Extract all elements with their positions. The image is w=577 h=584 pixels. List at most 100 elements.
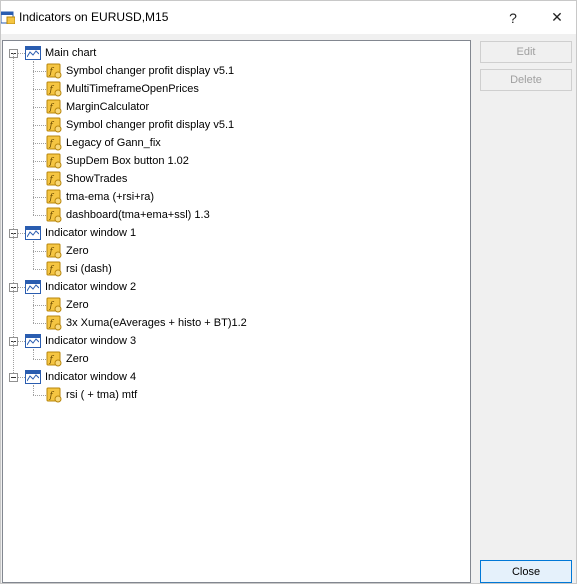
indicator-icon: f xyxy=(46,351,62,367)
tree-indicator-node[interactable]: f SupDem Box button 1.02 xyxy=(46,152,189,170)
indicator-label: Symbol changer profit display v5.1 xyxy=(66,65,235,77)
tree-connector xyxy=(33,161,46,162)
window-title: Indicators on EURUSD,M15 xyxy=(19,10,169,24)
indicator-label: Zero xyxy=(66,245,89,257)
tree-connector xyxy=(33,197,46,198)
close-window-button[interactable]: ✕ xyxy=(534,1,577,34)
tree-connector xyxy=(33,179,46,180)
indicator-label: MultiTimeframeOpenPrices xyxy=(66,83,199,95)
tree-indicator-node[interactable]: f Zero xyxy=(46,350,89,368)
tree-connector xyxy=(13,53,14,233)
indicator-icon: f xyxy=(46,189,62,205)
tree-group-node[interactable]: Indicator window 4 xyxy=(25,368,136,386)
tree-connector xyxy=(33,359,46,360)
tree-connector xyxy=(18,377,25,378)
tree-indicator-node[interactable]: f tma-ema (+rsi+ra) xyxy=(46,188,154,206)
tree-connector xyxy=(33,241,34,269)
indicator-label: Zero xyxy=(66,353,89,365)
group-label: Indicator window 4 xyxy=(45,371,137,383)
tree-group-node[interactable]: Main chart xyxy=(25,44,96,62)
tree-connector xyxy=(33,295,34,323)
tree-connector xyxy=(13,341,14,377)
tree-connector xyxy=(33,385,34,395)
indicator-label: Zero xyxy=(66,299,89,311)
indicator-icon: f xyxy=(46,387,62,403)
tree-indicator-node[interactable]: f MultiTimeframeOpenPrices xyxy=(46,80,199,98)
chart-window-icon xyxy=(25,280,41,294)
tree-indicator-node[interactable]: f dashboard(tma+ema+ssl) 1.3 xyxy=(46,206,210,224)
tree-connector xyxy=(33,215,46,216)
tree-connector xyxy=(33,71,46,72)
indicator-label: SupDem Box button 1.02 xyxy=(66,155,189,167)
indicator-label: Legacy of Gann_fix xyxy=(66,137,161,149)
tree-indicator-node[interactable]: f Zero xyxy=(46,296,89,314)
tree-connector xyxy=(18,287,25,288)
tree-indicator-node[interactable]: f Symbol changer profit display v5.1 xyxy=(46,116,234,134)
indicator-label: rsi (dash) xyxy=(66,263,112,275)
tree-connector xyxy=(33,89,46,90)
indicator-icon: f xyxy=(46,63,62,79)
tree-connector xyxy=(33,125,46,126)
indicator-icon: f xyxy=(46,315,62,331)
tree-indicator-node[interactable]: f Symbol changer profit display v5.1 xyxy=(46,62,234,80)
indicator-icon: f xyxy=(46,135,62,151)
tree-connector xyxy=(33,305,46,306)
delete-button[interactable]: Delete xyxy=(480,69,572,91)
indicator-label: ShowTrades xyxy=(66,173,128,185)
indicator-label: Symbol changer profit display v5.1 xyxy=(66,119,235,131)
indicators-dialog: Indicators on EURUSD,M15 ? ✕ Main chart f… xyxy=(0,0,577,584)
indicator-icon: f xyxy=(46,99,62,115)
tree-connector xyxy=(18,53,25,54)
tree-connector xyxy=(33,143,46,144)
indicator-icon: f xyxy=(46,243,62,259)
close-button[interactable]: Close xyxy=(480,560,572,583)
indicator-label: MarginCalculator xyxy=(66,101,150,113)
indicator-icon: f xyxy=(46,261,62,277)
tree-indicator-node[interactable]: f ShowTrades xyxy=(46,170,127,188)
indicator-label: 3x Xuma(eAverages + histo + BT)1.2 xyxy=(66,317,247,329)
tree-indicator-node[interactable]: f MarginCalculator xyxy=(46,98,149,116)
title-bar: Indicators on EURUSD,M15 ? ✕ xyxy=(0,1,577,34)
tree-connector xyxy=(33,349,34,359)
help-button[interactable]: ? xyxy=(490,1,536,34)
group-label: Main chart xyxy=(45,47,97,59)
app-icon xyxy=(0,10,16,25)
tree-connector xyxy=(33,395,46,396)
tree-connector xyxy=(33,269,46,270)
indicator-tree[interactable]: Main chart f Symbol changer profit display… xyxy=(2,40,471,583)
tree-indicator-node[interactable]: f rsi (dash) xyxy=(46,260,112,278)
tree-connector xyxy=(18,233,25,234)
tree-connector xyxy=(33,61,34,215)
indicator-icon: f xyxy=(46,153,62,169)
tree-indicator-node[interactable]: f 3x Xuma(eAverages + histo + BT)1.2 xyxy=(46,314,247,332)
tree-connector xyxy=(13,287,14,341)
indicator-icon: f xyxy=(46,171,62,187)
chart-window-icon xyxy=(25,226,41,240)
indicator-icon: f xyxy=(46,117,62,133)
edit-button[interactable]: Edit xyxy=(480,41,572,63)
group-label: Indicator window 3 xyxy=(45,335,137,347)
tree-indicator-node[interactable]: f Zero xyxy=(46,242,89,260)
tree-indicator-node[interactable]: f rsi ( + tma) mtf xyxy=(46,386,137,404)
indicator-icon: f xyxy=(46,81,62,97)
indicator-icon: f xyxy=(46,297,62,313)
group-label: Indicator window 2 xyxy=(45,281,137,293)
group-label: Indicator window 1 xyxy=(45,227,137,239)
chart-window-icon xyxy=(25,370,41,384)
tree-connector xyxy=(18,341,25,342)
tree-group-node[interactable]: Indicator window 3 xyxy=(25,332,136,350)
tree-indicator-node[interactable]: f Legacy of Gann_fix xyxy=(46,134,161,152)
chart-window-icon xyxy=(25,334,41,348)
chart-window-icon xyxy=(25,46,41,60)
collapse-toggle[interactable] xyxy=(9,373,18,382)
indicator-icon: f xyxy=(46,207,62,223)
tree-connector xyxy=(13,233,14,287)
indicator-label: rsi ( + tma) mtf xyxy=(66,389,138,401)
tree-connector xyxy=(33,107,46,108)
tree-group-node[interactable]: Indicator window 1 xyxy=(25,224,136,242)
indicator-label: tma-ema (+rsi+ra) xyxy=(66,191,155,203)
tree-group-node[interactable]: Indicator window 2 xyxy=(25,278,136,296)
tree-connector xyxy=(33,251,46,252)
indicator-label: dashboard(tma+ema+ssl) 1.3 xyxy=(66,209,210,221)
tree-connector xyxy=(33,323,46,324)
